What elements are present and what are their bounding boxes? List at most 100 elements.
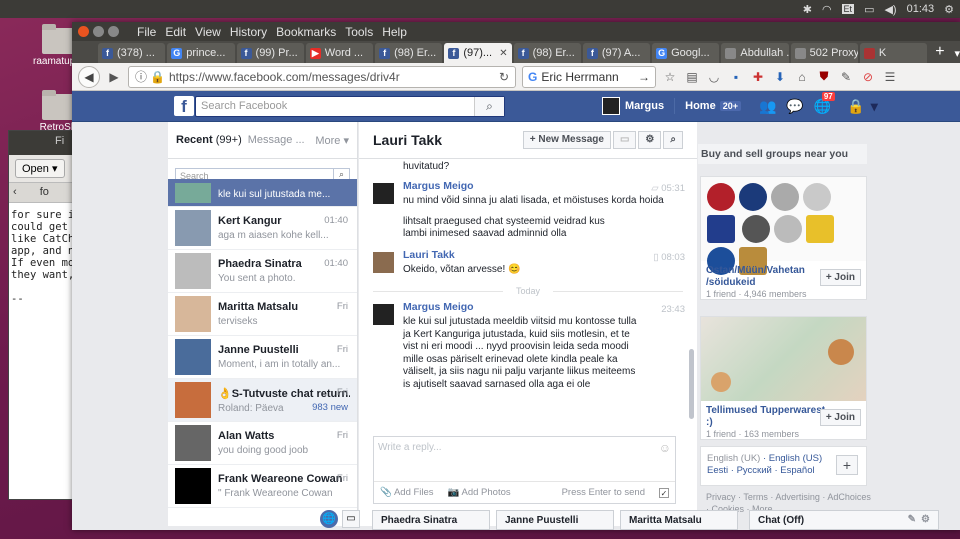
browser-tab[interactable]: Abdullah ... <box>721 43 789 63</box>
language-link[interactable]: Русский <box>737 465 772 476</box>
save-icon[interactable]: ▪ <box>728 69 744 85</box>
bluetooth-icon[interactable]: ✱ <box>803 3 812 16</box>
browser-tab[interactable]: f (97)... ✕ <box>444 43 512 63</box>
menu-history[interactable]: History <box>230 25 267 39</box>
profile-link[interactable]: Margus <box>625 100 664 112</box>
sender-name[interactable]: Lauri Takk <box>403 249 521 261</box>
menu-view[interactable]: View <box>195 25 221 39</box>
globe-icon[interactable]: 🌐 <box>320 510 338 528</box>
browser-tab[interactable]: f (99) Pr... <box>236 43 304 63</box>
close-window-icon[interactable] <box>78 26 89 37</box>
browser-tab[interactable]: f (98) Er... <box>513 43 581 63</box>
language-link[interactable]: Español <box>780 465 814 476</box>
recent-tab[interactable]: Recent (99+) <box>176 134 242 146</box>
conversation-item[interactable]: 👌S-Tutvuste chat return... Roland: Päeva F… <box>168 379 357 422</box>
chat-off-bar[interactable]: Chat (Off) ✎ ⚙ <box>749 510 939 530</box>
press-enter-checkbox[interactable]: ✓ <box>659 487 669 498</box>
browser-tab[interactable]: ▶ Word ... <box>305 43 374 63</box>
search-bar[interactable]: G Eric Herrmann → <box>522 65 656 88</box>
conversation-item[interactable]: kle kui sul jutustada me... <box>168 179 357 207</box>
minimize-window-icon[interactable] <box>93 26 104 37</box>
ublock-icon[interactable]: ⛊ <box>816 69 832 85</box>
message-requests-tab[interactable]: Message ... <box>248 134 305 146</box>
addon-red-icon[interactable]: ✚ <box>750 69 766 85</box>
group-cover-image[interactable] <box>701 177 866 275</box>
browser-tab[interactable]: f (97) A... <box>582 43 651 63</box>
browser-tab[interactable]: Gprince... <box>167 43 235 63</box>
join-group-button[interactable]: + Join <box>819 409 861 426</box>
conversation-item[interactable]: Janne Puustelli Moment, i am in totally a… <box>168 336 357 379</box>
browser-tab[interactable]: 502 Proxy... <box>790 43 858 63</box>
privacy-shortcuts-icon[interactable]: 🔒 <box>847 98 864 115</box>
video-call-icon[interactable]: ▭ <box>612 131 637 149</box>
chat-icon[interactable]: ▭ <box>342 510 360 528</box>
menu-file[interactable]: File <box>137 25 156 39</box>
maximize-window-icon[interactable] <box>108 26 119 37</box>
group-name[interactable]: Tellimused Tupperwarest :) <box>706 405 826 429</box>
compose-icon[interactable]: ✎ <box>908 514 916 525</box>
reply-input[interactable]: Write a reply... <box>374 437 675 458</box>
browser-tab[interactable]: f (378) ... <box>98 43 166 63</box>
url-bar[interactable]: ⓘ 🔒 https://www.facebook.com/messages/dr… <box>128 65 516 88</box>
chat-tab[interactable]: Maritta Matsalu <box>620 510 738 530</box>
wifi-icon[interactable]: ◠ <box>822 3 832 16</box>
block-icon[interactable]: ⊘ <box>860 69 876 85</box>
conversation-item[interactable]: Frank Weareone Cowan " Frank Weareone Cow… <box>168 465 357 508</box>
join-group-button[interactable]: + Join <box>819 269 861 286</box>
sender-avatar[interactable] <box>373 304 394 325</box>
info-icon[interactable]: ⓘ <box>135 68 147 85</box>
group-name[interactable]: Ostan/Müün/Vahetan /söidukeid <box>706 265 816 289</box>
language-link[interactable]: English (US) <box>769 453 822 464</box>
bookmark-star-icon[interactable]: ☆ <box>662 69 678 85</box>
account-menu-icon[interactable]: ▾ <box>871 98 878 115</box>
hamburger-menu-icon[interactable]: ☰ <box>882 69 898 85</box>
language-link[interactable]: English (UK) <box>707 453 760 464</box>
settings-gear-icon[interactable]: ⚙ <box>638 131 662 149</box>
language-link[interactable]: Eesti <box>707 465 728 476</box>
search-icon[interactable]: ⌕ <box>663 131 683 149</box>
emoji-icon[interactable]: ☺ <box>659 441 671 455</box>
open-button[interactable]: Open ▾ <box>15 159 65 178</box>
download-icon[interactable]: ⬇ <box>772 69 788 85</box>
menu-bookmarks[interactable]: Bookmarks <box>276 25 336 39</box>
home-icon[interactable]: ⌂ <box>794 69 810 85</box>
home-link[interactable]: Home <box>685 100 716 112</box>
search-go-icon[interactable]: → <box>638 70 650 84</box>
menu-help[interactable]: Help <box>382 25 407 39</box>
new-message-button[interactable]: + New Message <box>522 131 611 149</box>
reload-icon[interactable]: ↻ <box>499 70 509 84</box>
friend-requests-icon[interactable]: 👥 <box>759 98 776 115</box>
browser-tab[interactable]: G Googl... <box>652 43 720 63</box>
reading-list-icon[interactable]: ▤ <box>684 69 700 85</box>
browser-tab[interactable]: K <box>859 43 928 63</box>
facebook-search-input[interactable]: Search Facebook ⌕ <box>195 96 505 117</box>
sender-avatar[interactable] <box>373 183 394 204</box>
thread-scrollbar[interactable] <box>689 349 694 419</box>
conversation-item[interactable]: Alan Watts you doing good joob Fri <box>168 422 357 465</box>
sender-name[interactable]: Margus Meigo <box>403 301 643 313</box>
back-button[interactable]: ◀ <box>78 65 100 88</box>
notifications-icon[interactable]: 🌐 97 <box>814 91 835 115</box>
add-language-button[interactable]: + <box>836 455 858 475</box>
tab-list-icon[interactable]: ▾ <box>955 47 960 60</box>
battery-icon[interactable]: ▭ <box>864 3 874 16</box>
group-cover-image[interactable] <box>701 317 866 401</box>
add-files-button[interactable]: 📎 Add Files <box>380 487 434 498</box>
conversation-item[interactable]: Kert Kangur aga m aiasen kohe kell... 01:4… <box>168 207 357 250</box>
reply-composer[interactable]: Write a reply... ☺ 📎 Add Files 📷 Add Pho… <box>373 436 676 504</box>
addon-icon[interactable]: ✎ <box>838 69 854 85</box>
browser-tab[interactable]: f (98) Er... <box>375 43 443 63</box>
chat-settings-gear-icon[interactable]: ⚙ <box>921 514 930 525</box>
chat-tab[interactable]: Janne Puustelli <box>496 510 614 530</box>
menu-edit[interactable]: Edit <box>165 25 186 39</box>
more-dropdown[interactable]: More ▾ <box>315 134 349 147</box>
settings-gear-icon[interactable]: ⚙ <box>944 3 954 16</box>
new-tab-icon[interactable]: + <box>935 43 944 61</box>
search-icon[interactable]: ⌕ <box>474 97 504 116</box>
keyboard-layout[interactable]: Et <box>841 4 855 14</box>
clock[interactable]: 01:43 <box>907 3 935 15</box>
messages-icon[interactable]: 💬 <box>786 98 803 115</box>
conversation-item[interactable]: Maritta Matsalu terviseks Fri <box>168 293 357 336</box>
facebook-logo-icon[interactable]: f <box>174 96 194 116</box>
menu-tools[interactable]: Tools <box>345 25 373 39</box>
